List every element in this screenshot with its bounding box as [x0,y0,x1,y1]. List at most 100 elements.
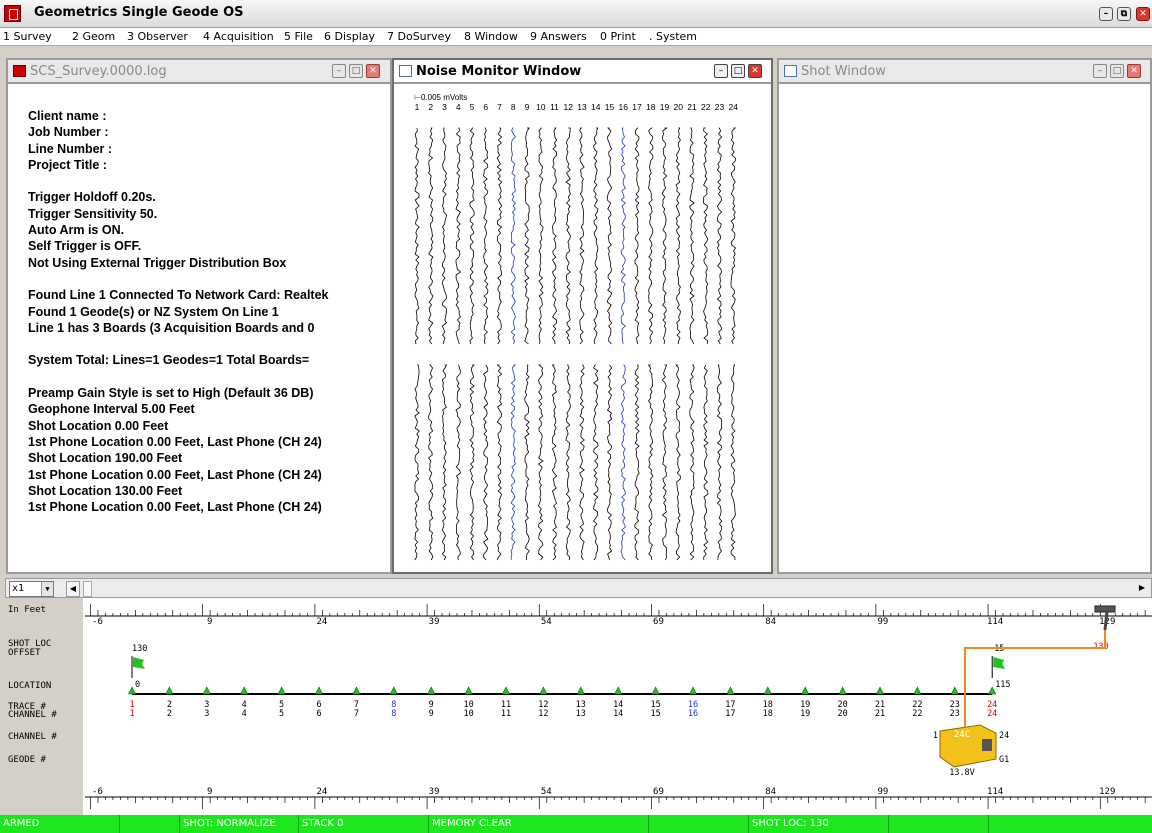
geode-id: G1 [999,755,1009,765]
geophone-icon[interactable] [913,686,922,695]
geophone-icon[interactable] [277,686,286,695]
geophone-icon[interactable] [950,686,959,695]
log-close-button[interactable]: ✕ [366,64,380,78]
scroll-thumb[interactable] [83,581,92,597]
noise-trace [414,127,420,345]
geophone-icon[interactable] [202,686,211,695]
channel-number: 1 [129,709,134,719]
shot-minimize-button[interactable]: – [1093,64,1107,78]
channel-number: 9 [429,709,434,719]
ruler-tick-label: 9 [207,787,212,797]
geophone-icon[interactable] [464,686,473,695]
ruler-tick-label: -6 [92,617,103,627]
menu-print[interactable]: 0 Print [600,30,636,43]
noise-trace [538,127,544,345]
geophone-icon[interactable] [876,686,884,695]
menu-observer[interactable]: 3 Observer [127,30,188,43]
channel-number: 24 [987,709,997,719]
status-shot-location: SHOT LOC: 130 [749,815,889,833]
status-bar: ARMED SHOT: NORMALIZE STACK 0 MEMORY CLE… [0,815,1152,833]
status-empty-4 [989,815,1152,833]
noise-trace [606,127,613,345]
shot-window-titlebar[interactable]: Shot Window – □ ✕ [779,60,1150,84]
ruler-tick-label: -6 [92,787,103,797]
geometry-scrollbar[interactable]: x1 ▼ ◀ ▶ [5,578,1152,598]
status-shot-mode: SHOT: NORMALIZE [180,815,299,833]
scroll-right-arrow-icon[interactable]: ▶ [1135,581,1149,597]
channel-number: 8 [391,709,396,719]
menu-dosurvey[interactable]: 7 DoSurvey [387,30,451,43]
noise-trace [675,127,681,345]
ruler-tick-label: 69 [653,617,664,627]
noise-trace [551,364,558,561]
channel-number: 6 [316,709,321,719]
menu-file[interactable]: 5 File [284,30,313,43]
menu-survey[interactable]: 1 Survey [3,30,52,43]
geophone-icon[interactable] [165,686,174,695]
channel-number: 10 [463,709,473,719]
geophone-icon[interactable] [614,686,623,695]
geophone-icon[interactable] [539,686,548,695]
channel-number: 18 [763,709,773,719]
geode-right-channel: 24 [999,731,1009,741]
geophone-icon[interactable] [502,686,510,695]
noise-trace [647,364,654,561]
noise-monitor-window: Noise Monitor Window – □ ✕ ⊢0.005 mVolts… [392,58,773,574]
geophone-icon[interactable] [315,686,323,695]
status-empty-1 [120,815,180,833]
noise-traces [414,127,737,561]
menu-display[interactable]: 6 Display [324,30,375,43]
minimize-button[interactable]: – [1099,7,1113,21]
title-bar: Geometrics Single Geode OS – ⧉ ✕ [0,0,1152,28]
status-armed: ARMED [0,815,120,833]
geophone-icon[interactable] [427,686,436,695]
geophone-icon[interactable] [726,686,735,695]
hammer-icon[interactable] [1094,605,1116,613]
log-line: Self Trigger is OFF. [28,239,142,254]
noise-trace [441,127,448,345]
log-maximize-button[interactable]: □ [349,64,363,78]
noise-trace [414,364,420,561]
scroll-left-arrow-icon[interactable]: ◀ [66,581,80,597]
geophone-icon[interactable] [389,686,398,695]
menu-window[interactable]: 8 Window [464,30,518,43]
restore-button[interactable]: ⧉ [1117,7,1131,21]
channel-number: 21 [875,709,885,719]
log-line: 1st Phone Location 0.00 Feet, Last Phone… [28,500,322,515]
log-minimize-button[interactable]: – [332,64,346,78]
geophone-icon[interactable] [576,686,585,695]
channel-number: 7 [354,709,359,719]
geophone-icon[interactable] [801,686,810,695]
ruler-tick-label: 39 [429,787,440,797]
log-line: 1st Phone Location 0.00 Feet, Last Phone… [28,467,322,482]
geophone-icon[interactable] [651,686,660,695]
geophone-icon[interactable] [240,686,249,695]
noise-trace [428,127,434,345]
app-title: Geometrics Single Geode OS [34,5,244,20]
shot-maximize-button[interactable]: □ [1110,64,1124,78]
shot-flag-icon[interactable] [133,657,145,669]
ruler-tick-label: 69 [653,787,664,797]
menu-acquisition[interactable]: 4 Acquisition [203,30,274,43]
log-line: Trigger Holdoff 0.20s. [28,190,156,205]
zoom-select[interactable]: x1 ▼ [9,581,54,597]
channel-number: 16 [688,709,698,719]
geophone-icon[interactable] [352,686,361,695]
geophone-icon[interactable] [838,686,847,695]
log-window-title: SCS_Survey.0000.log [30,64,167,79]
geode-cable [964,630,1106,733]
geophone-icon[interactable] [763,686,772,695]
channel-number: 11 [501,709,511,719]
menu-answers[interactable]: 9 Answers [530,30,587,43]
noise-trace [565,364,571,561]
menu-system[interactable]: . System [649,30,697,43]
close-button[interactable]: ✕ [1136,7,1150,21]
menu-geom[interactable]: 2 Geom [72,30,115,43]
log-window-titlebar[interactable]: SCS_Survey.0000.log – □ ✕ [8,60,390,84]
geophone-icon[interactable] [689,686,697,695]
shot-flag-icon[interactable] [993,657,1006,669]
geometry-canvas[interactable]: -69243954698499114129-692439546984991141… [5,598,1152,815]
shot-close-button[interactable]: ✕ [1127,64,1141,78]
noise-trace [730,364,736,561]
